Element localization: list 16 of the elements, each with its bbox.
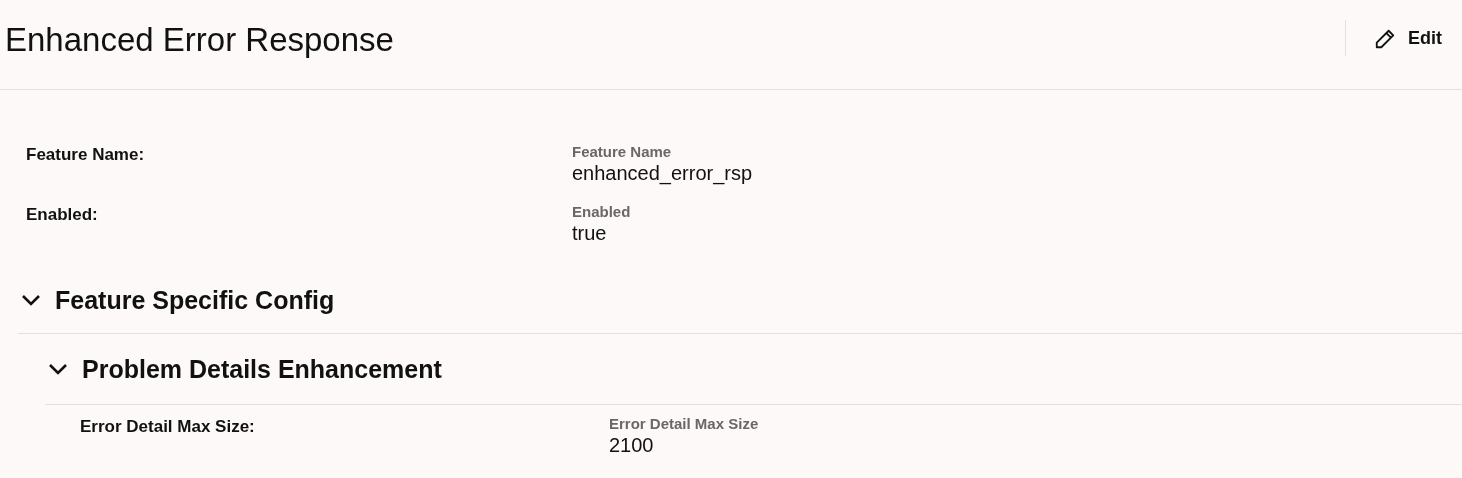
field-caption: Enabled: [572, 203, 631, 220]
chevron-icon[interactable]: [48, 363, 68, 375]
field-caption: Error Detail Max Size: [609, 415, 759, 432]
field-caption: Feature Name: [572, 143, 673, 160]
field-label: Enabled:: [25, 204, 99, 226]
field-value: 2100: [609, 434, 655, 457]
edit-button[interactable]: Edit: [1370, 23, 1446, 54]
field-value: enhanced_error_rsp: [572, 162, 753, 185]
pencil-icon: [1374, 27, 1396, 50]
field-value: true: [572, 222, 608, 245]
chevron-icon[interactable]: [21, 294, 41, 306]
section-title: Feature Specific Config: [55, 285, 335, 315]
section-title: Problem Details Enhancement: [82, 354, 442, 384]
field-label: Error Detail Max Size:: [79, 416, 256, 438]
field-label: Feature Name:: [25, 144, 146, 166]
page-title: Enhanced Error Response: [5, 20, 395, 59]
